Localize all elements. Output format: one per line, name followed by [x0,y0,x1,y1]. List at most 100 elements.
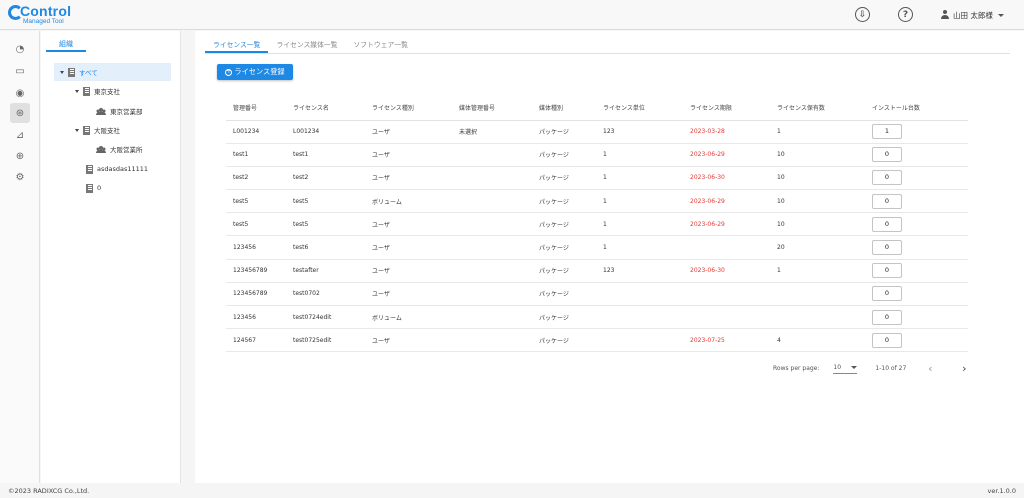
page-range: 1-10 of 27 [875,364,907,372]
tab-software-list[interactable]: ソフトウェア一覧 [346,37,416,53]
tree-node-osaka-sales[interactable]: 大阪営業所 [96,140,143,158]
cell-management-no: 123456 [226,235,286,260]
user-menu[interactable]: 山田 太郎様 [940,8,1004,22]
rows-per-page-label: Rows per page: [773,364,820,372]
cell-license-unit: 1 [596,143,683,167]
add-license-button[interactable]: + ライセンス登録 [217,64,293,80]
cell-management-no: 123456789 [226,282,286,307]
tab-license-list[interactable]: ライセンス一覧 [205,37,269,53]
tree-node-tokyo-branch[interactable]: 東京支社 [75,82,120,100]
table-row[interactable]: test5 test5 ボリューム パッケージ 1 2023-06-29 10 0 [226,189,968,214]
tree-node-asdasdas[interactable]: asdasdas11111 [86,160,148,178]
tree-node-zero[interactable]: 0 [86,179,101,197]
cell-license-unit [596,305,683,330]
col-header-license-type[interactable]: ライセンス種別 [365,96,452,121]
dashboard-gauge-icon[interactable]: ◔ [10,39,30,59]
cell-media-no [452,282,532,307]
table-pagination: Rows per page: 10 1-10 of 27 ‹ › [773,361,974,375]
table-row[interactable]: 123456 test0724edit ボリューム パッケージ 0 [226,305,968,330]
building-icon [86,164,93,174]
install-count-field[interactable]: 0 [872,240,902,256]
cell-install-count: 0 [865,212,968,237]
cell-media-type: パッケージ [532,120,596,144]
install-count-field[interactable]: 0 [872,147,902,163]
cell-media-no [452,259,532,283]
prev-page-icon[interactable]: ‹ [920,362,940,375]
cell-media-no [452,235,532,260]
cell-license-held: 1 [770,259,865,283]
tree-node-osaka-branch[interactable]: 大阪支社 [75,121,120,139]
organization-panel: 組織 すべて 東京支社 東京営業部 大阪支社 大阪営業所 asdasdas111… [41,31,181,483]
col-header-install-count[interactable]: インストール台数 [865,96,968,121]
chart-icon[interactable]: ⊿ [10,125,30,145]
install-count-field[interactable]: 0 [872,286,902,302]
cell-license-expiry: 2023-06-30 [683,259,770,283]
table-row[interactable]: L001234 L001234 ユーザ 未選択 パッケージ 123 2023-03-28 1 1 [226,120,968,144]
col-header-license-name[interactable]: ライセンス名 [286,96,365,121]
cell-install-count: 1 [865,120,968,144]
install-count-field[interactable]: 0 [872,170,902,186]
help-circle-icon[interactable]: ? [898,7,913,22]
install-count-field[interactable]: 0 [872,193,902,209]
rows-per-page-select[interactable]: 10 [833,362,858,374]
table-row[interactable]: 123456789 testafter ユーザ パッケージ 123 2023-06-30 1… [226,259,968,283]
download-circle-icon[interactable]: ⇩ [855,7,870,22]
cell-license-held: 10 [770,189,865,214]
table-row[interactable]: 123456789 test0702 ユーザ パッケージ 0 [226,282,968,307]
col-header-management-no[interactable]: 管理番号 [226,96,286,121]
cell-install-count: 0 [865,328,968,353]
col-header-license-unit[interactable]: ライセンス単位 [596,96,683,121]
table-row[interactable]: test5 test5 ユーザ パッケージ 1 2023-06-29 10 0 [226,212,968,237]
download-icon[interactable]: ⊕ [10,146,30,166]
table-row[interactable]: 124567 test0725edit ユーザ パッケージ 2023-07-25 4 0 [226,328,968,353]
cell-media-no: 未選択 [452,120,532,144]
tree-node-label: 大阪支社 [94,127,120,135]
install-count-field[interactable]: 0 [872,332,902,348]
table-row[interactable]: 123456 test6 ユーザ パッケージ 1 20 0 [226,235,968,260]
cell-license-unit [596,328,683,353]
license-badge-icon[interactable]: ⊛ [10,103,30,123]
cell-license-unit [596,282,683,307]
tab-license-media-list[interactable]: ライセンス媒体一覧 [268,37,345,53]
cell-license-type: ユーザ [365,328,452,353]
col-header-license-held[interactable]: ライセンス保有数 [770,96,865,121]
cell-media-no [452,328,532,353]
cell-license-type: ユーザ [365,282,452,307]
table-row[interactable]: test1 test1 ユーザ パッケージ 1 2023-06-29 10 0 [226,143,968,167]
cell-media-type: パッケージ [532,166,596,191]
tab-organization[interactable]: 組織 [46,37,86,52]
col-header-media-no[interactable]: 媒体管理番号 [452,96,532,121]
col-header-license-expiry[interactable]: ライセンス期限 [683,96,770,121]
tree-node-tokyo-sales[interactable]: 東京営業部 [96,102,143,120]
install-count-field[interactable]: 0 [872,309,902,325]
cell-license-expiry: 2023-06-29 [683,189,770,214]
cell-license-name: test5 [286,212,365,237]
building-icon [83,86,90,96]
chevron-down-icon [851,366,858,369]
expand-icon[interactable] [75,128,79,132]
laptop-icon[interactable]: ▭ [10,61,30,81]
cell-install-count: 0 [865,143,968,167]
install-count-field[interactable]: 0 [872,216,902,232]
app-header: Control Managed Tool ⇩ ? 山田 太郎様 [0,0,1024,30]
next-page-icon[interactable]: › [954,362,974,375]
tree-node-all[interactable]: すべて [54,63,171,81]
cell-install-count: 0 [865,166,968,191]
expand-icon[interactable] [75,89,79,93]
cell-media-type: パッケージ [532,189,596,214]
cell-install-count: 0 [865,189,968,214]
cell-management-no: 123456789 [226,259,286,283]
cell-install-count: 0 [865,259,968,283]
app-logo[interactable]: Control Managed Tool [8,3,88,26]
user-name: 山田 太郎様 [953,10,993,20]
people-icon [96,145,106,153]
building-icon [68,67,75,77]
install-count-field[interactable]: 0 [872,263,902,279]
expand-icon[interactable] [60,70,64,74]
user-settings-icon[interactable]: ⚙ [10,167,30,187]
install-count-field[interactable]: 1 [872,124,902,140]
disc-icon[interactable]: ◉ [10,83,30,103]
col-header-media-type[interactable]: 媒体種別 [532,96,596,121]
cell-license-held: 1 [770,120,865,144]
table-row[interactable]: test2 test2 ユーザ パッケージ 1 2023-06-30 10 0 [226,166,968,191]
